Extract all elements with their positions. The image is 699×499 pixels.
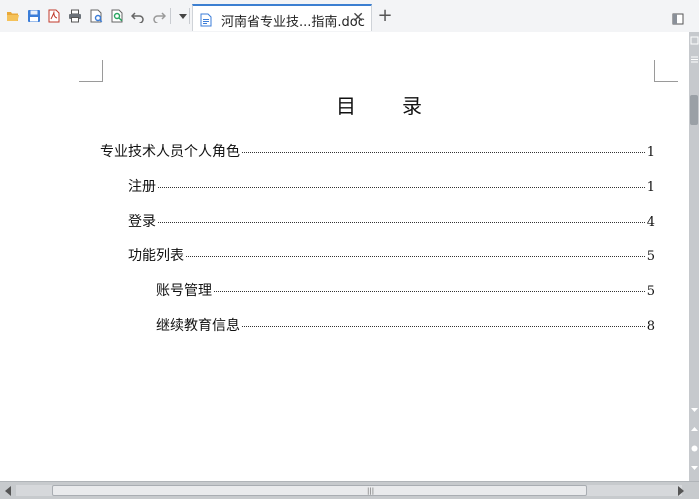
scroll-left-icon[interactable] <box>5 486 11 496</box>
select-browse-object-icon[interactable] <box>690 444 699 453</box>
toc-entry-label: 继续教育信息 <box>156 318 240 334</box>
toc-leader-dots <box>186 256 645 257</box>
undo-icon[interactable] <box>131 9 145 23</box>
side-panel-icon[interactable] <box>690 36 699 45</box>
redo-icon[interactable] <box>152 9 166 23</box>
toc-entry-label: 账号管理 <box>156 283 212 299</box>
horizontal-scroll-thumb[interactable]: ||| <box>52 485 587 496</box>
horizontal-scrollbar[interactable]: ||| <box>0 481 699 499</box>
toc-entry[interactable]: 账号管理 5 <box>156 280 655 300</box>
side-panel-icon[interactable] <box>690 55 699 64</box>
scroll-down-icon[interactable] <box>690 405 699 414</box>
toc-page-number: 1 <box>646 145 655 160</box>
save-icon[interactable] <box>27 9 41 23</box>
tab-label: 河南省专业技...指南.doc <box>221 15 365 30</box>
next-page-icon[interactable] <box>690 463 699 472</box>
new-tab-button[interactable]: + <box>377 7 393 25</box>
toc-entry[interactable]: 注册 1 <box>128 176 655 196</box>
more-dropdown-icon[interactable] <box>176 9 190 23</box>
toc-entry-label: 功能列表 <box>128 248 184 264</box>
toc-entry-label: 登录 <box>128 214 156 230</box>
restore-window-icon[interactable] <box>672 10 684 25</box>
crop-mark-top-right <box>654 60 678 82</box>
export-pdf-icon[interactable] <box>47 9 61 23</box>
scroll-grip-icon: ||| <box>367 487 375 495</box>
toc-page-number: 4 <box>646 215 655 230</box>
document-page[interactable]: 目 录 专业技术人员个人角色 1 注册 1 登录 4 功能列表 5 账号管理 5… <box>0 32 689 481</box>
print-preview-icon[interactable] <box>89 9 103 23</box>
toc-page-number: 5 <box>646 284 655 299</box>
toc-entry-label: 注册 <box>128 179 156 195</box>
toc-leader-dots <box>214 291 645 292</box>
toc-leader-dots <box>242 152 645 153</box>
toc-title: 目 录 <box>336 94 424 118</box>
toolbar-divider <box>170 8 171 24</box>
toc-leader-dots <box>158 222 645 223</box>
find-icon[interactable] <box>110 9 124 23</box>
toc-entry-label: 专业技术人员个人角色 <box>100 144 240 160</box>
crop-mark-top-left <box>79 60 103 82</box>
open-folder-icon[interactable] <box>6 9 20 23</box>
previous-page-icon[interactable] <box>690 425 699 434</box>
quick-access-toolbar: 河南省专业技...指南.doc ✕ + <box>0 0 699 33</box>
toc-entry[interactable]: 登录 4 <box>128 211 655 231</box>
toc-entry[interactable]: 功能列表 5 <box>128 245 655 265</box>
vertical-scroll-thumb[interactable] <box>690 95 698 125</box>
toc-leader-dots <box>158 187 645 188</box>
toc-page-number: 1 <box>646 180 655 195</box>
toc-entry[interactable]: 专业技术人员个人角色 1 <box>100 141 655 161</box>
toc-page-number: 8 <box>646 319 655 334</box>
close-tab-icon[interactable]: ✕ <box>352 10 364 26</box>
toolbar-divider <box>189 8 190 24</box>
toc-entry[interactable]: 继续教育信息 8 <box>156 315 655 335</box>
document-tab[interactable]: 河南省专业技...指南.doc ✕ <box>192 4 372 31</box>
print-icon[interactable] <box>68 9 82 23</box>
scroll-right-icon[interactable] <box>678 486 684 496</box>
toc-leader-dots <box>242 326 645 327</box>
word-document-icon <box>199 12 213 27</box>
toc-page-number: 5 <box>646 249 655 264</box>
